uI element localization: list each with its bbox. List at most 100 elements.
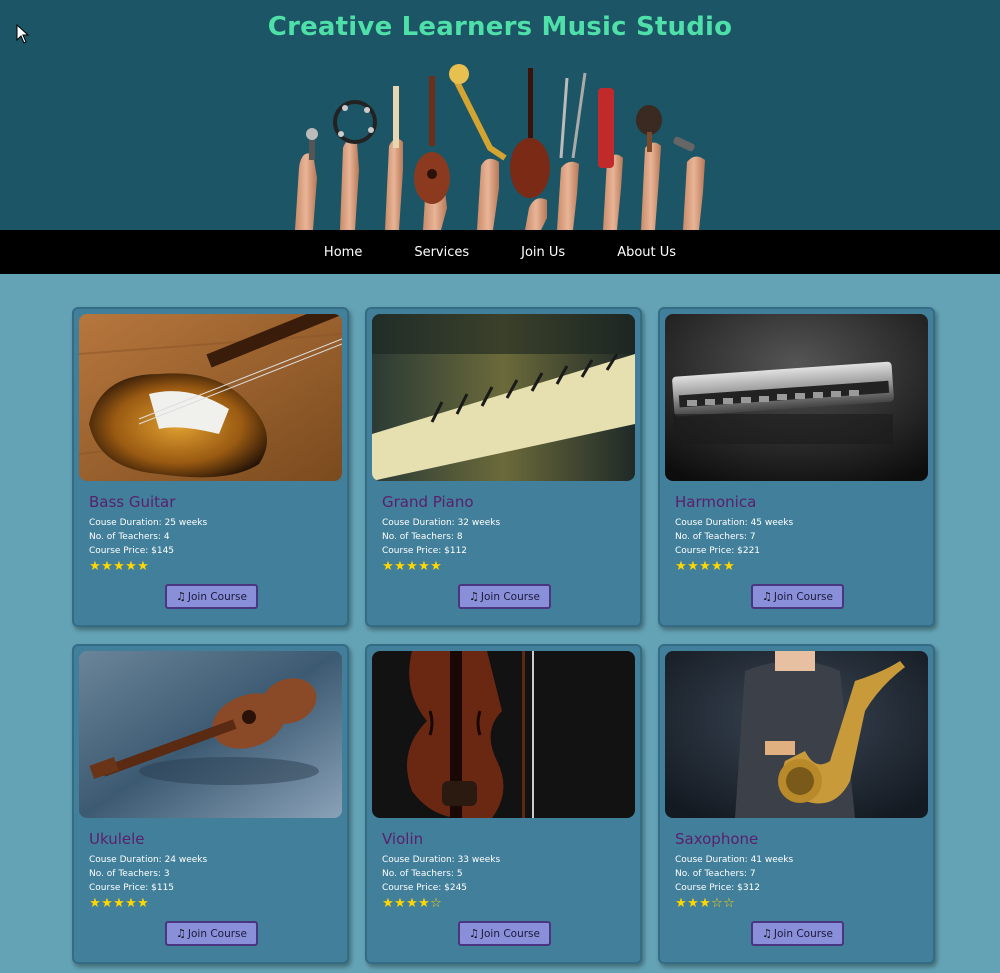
mouse-cursor-icon <box>16 24 30 44</box>
star-filled-icon: ★ <box>101 896 113 911</box>
star-filled-icon: ★ <box>394 559 406 574</box>
course-card-ukulele: Ukulele Couse Duration: 24 weeks No. of … <box>72 644 349 964</box>
star-empty-icon: ☆ <box>723 896 735 911</box>
course-price: Course Price: $145 <box>89 546 175 556</box>
join-course-label: Join Course <box>187 927 247 940</box>
course-card-bass-guitar: Bass Guitar Couse Duration: 25 weeks No.… <box>72 307 349 627</box>
star-filled-icon: ★ <box>89 896 101 911</box>
course-card-saxophone: Saxophone Couse Duration: 41 weeks No. o… <box>658 644 935 964</box>
course-duration: Couse Duration: 41 weeks <box>675 855 794 865</box>
main-nav: Home Services Join Us About Us <box>0 230 1000 274</box>
course-duration: Couse Duration: 25 weeks <box>89 518 208 528</box>
star-filled-icon: ★ <box>137 896 149 911</box>
violin-image <box>372 651 635 818</box>
star-filled-icon: ★ <box>101 559 113 574</box>
course-card-grand-piano: Grand Piano Couse Duration: 32 weeks No.… <box>365 307 642 627</box>
music-note-icon: ♫ <box>762 590 772 603</box>
star-filled-icon: ★ <box>382 559 394 574</box>
course-title: Saxophone <box>675 830 759 848</box>
course-price: Course Price: $221 <box>675 546 761 556</box>
harmonica-image <box>665 314 928 481</box>
star-filled-icon: ★ <box>113 896 125 911</box>
nav-join-us[interactable]: Join Us <box>495 245 591 260</box>
star-filled-icon: ★ <box>382 896 394 911</box>
join-course-label: Join Course <box>773 590 833 603</box>
course-grid: Bass Guitar Couse Duration: 25 weeks No.… <box>72 307 936 964</box>
star-filled-icon: ★ <box>394 896 406 911</box>
join-course-button[interactable]: ♫ Join Course <box>458 584 551 609</box>
star-filled-icon: ★ <box>418 896 430 911</box>
music-note-icon: ♫ <box>762 927 772 940</box>
site-title: Creative Learners Music Studio <box>267 12 733 42</box>
star-filled-icon: ★ <box>137 559 149 574</box>
star-filled-icon: ★ <box>125 559 137 574</box>
course-teachers: No. of Teachers: 3 <box>89 869 170 879</box>
music-note-icon: ♫ <box>176 590 186 603</box>
music-note-icon: ♫ <box>469 927 479 940</box>
star-rating: ★ ★ ★ ★ ★ <box>89 559 149 574</box>
ukulele-image <box>79 651 342 818</box>
join-course-label: Join Course <box>480 590 540 603</box>
grand-piano-image <box>372 314 635 481</box>
course-duration: Couse Duration: 32 weeks <box>382 518 501 528</box>
join-course-button[interactable]: ♫ Join Course <box>751 584 844 609</box>
nav-about-us[interactable]: About Us <box>591 245 702 260</box>
join-course-button[interactable]: ♫ Join Course <box>458 921 551 946</box>
course-price: Course Price: $312 <box>675 883 761 893</box>
course-price: Course Price: $245 <box>382 883 468 893</box>
course-card-violin: Violin Couse Duration: 33 weeks No. of T… <box>365 644 642 964</box>
star-filled-icon: ★ <box>675 896 687 911</box>
join-course-label: Join Course <box>480 927 540 940</box>
star-filled-icon: ★ <box>125 896 137 911</box>
course-duration: Couse Duration: 45 weeks <box>675 518 794 528</box>
star-filled-icon: ★ <box>687 896 699 911</box>
nav-home[interactable]: Home <box>298 245 388 260</box>
course-price: Course Price: $112 <box>382 546 468 556</box>
star-filled-icon: ★ <box>418 559 430 574</box>
course-card-harmonica: Harmonica Couse Duration: 45 weeks No. o… <box>658 307 935 627</box>
course-title: Violin <box>382 830 424 848</box>
course-title: Bass Guitar <box>89 493 176 511</box>
star-rating: ★ ★ ★ ★ ★ <box>675 559 735 574</box>
course-teachers: No. of Teachers: 7 <box>675 532 756 542</box>
star-rating: ★ ★ ★ ☆ ☆ <box>675 896 735 911</box>
star-rating: ★ ★ ★ ★ ☆ <box>382 896 442 911</box>
music-note-icon: ♫ <box>176 927 186 940</box>
hero-instruments-image <box>295 64 705 230</box>
site-header: Creative Learners Music Studio <box>0 0 1000 230</box>
course-price: Course Price: $115 <box>89 883 175 893</box>
join-course-label: Join Course <box>187 590 247 603</box>
star-filled-icon: ★ <box>89 559 101 574</box>
course-duration: Couse Duration: 33 weeks <box>382 855 501 865</box>
star-filled-icon: ★ <box>723 559 735 574</box>
star-empty-icon: ☆ <box>430 896 442 911</box>
star-filled-icon: ★ <box>687 559 699 574</box>
join-course-button[interactable]: ♫ Join Course <box>165 584 258 609</box>
course-title: Grand Piano <box>382 493 474 511</box>
saxophone-image <box>665 651 928 818</box>
star-filled-icon: ★ <box>113 559 125 574</box>
bass-guitar-image <box>79 314 342 481</box>
join-course-label: Join Course <box>773 927 833 940</box>
course-duration: Couse Duration: 24 weeks <box>89 855 208 865</box>
star-rating: ★ ★ ★ ★ ★ <box>382 559 442 574</box>
music-note-icon: ♫ <box>469 590 479 603</box>
star-filled-icon: ★ <box>675 559 687 574</box>
join-course-button[interactable]: ♫ Join Course <box>751 921 844 946</box>
join-course-button[interactable]: ♫ Join Course <box>165 921 258 946</box>
star-filled-icon: ★ <box>406 896 418 911</box>
star-filled-icon: ★ <box>699 896 711 911</box>
star-empty-icon: ☆ <box>711 896 723 911</box>
course-teachers: No. of Teachers: 4 <box>89 532 170 542</box>
star-filled-icon: ★ <box>430 559 442 574</box>
star-filled-icon: ★ <box>711 559 723 574</box>
course-title: Harmonica <box>675 493 757 511</box>
course-teachers: No. of Teachers: 7 <box>675 869 756 879</box>
star-filled-icon: ★ <box>699 559 711 574</box>
star-filled-icon: ★ <box>406 559 418 574</box>
star-rating: ★ ★ ★ ★ ★ <box>89 896 149 911</box>
course-teachers: No. of Teachers: 5 <box>382 869 463 879</box>
nav-services[interactable]: Services <box>388 245 495 260</box>
course-title: Ukulele <box>89 830 145 848</box>
course-teachers: No. of Teachers: 8 <box>382 532 463 542</box>
